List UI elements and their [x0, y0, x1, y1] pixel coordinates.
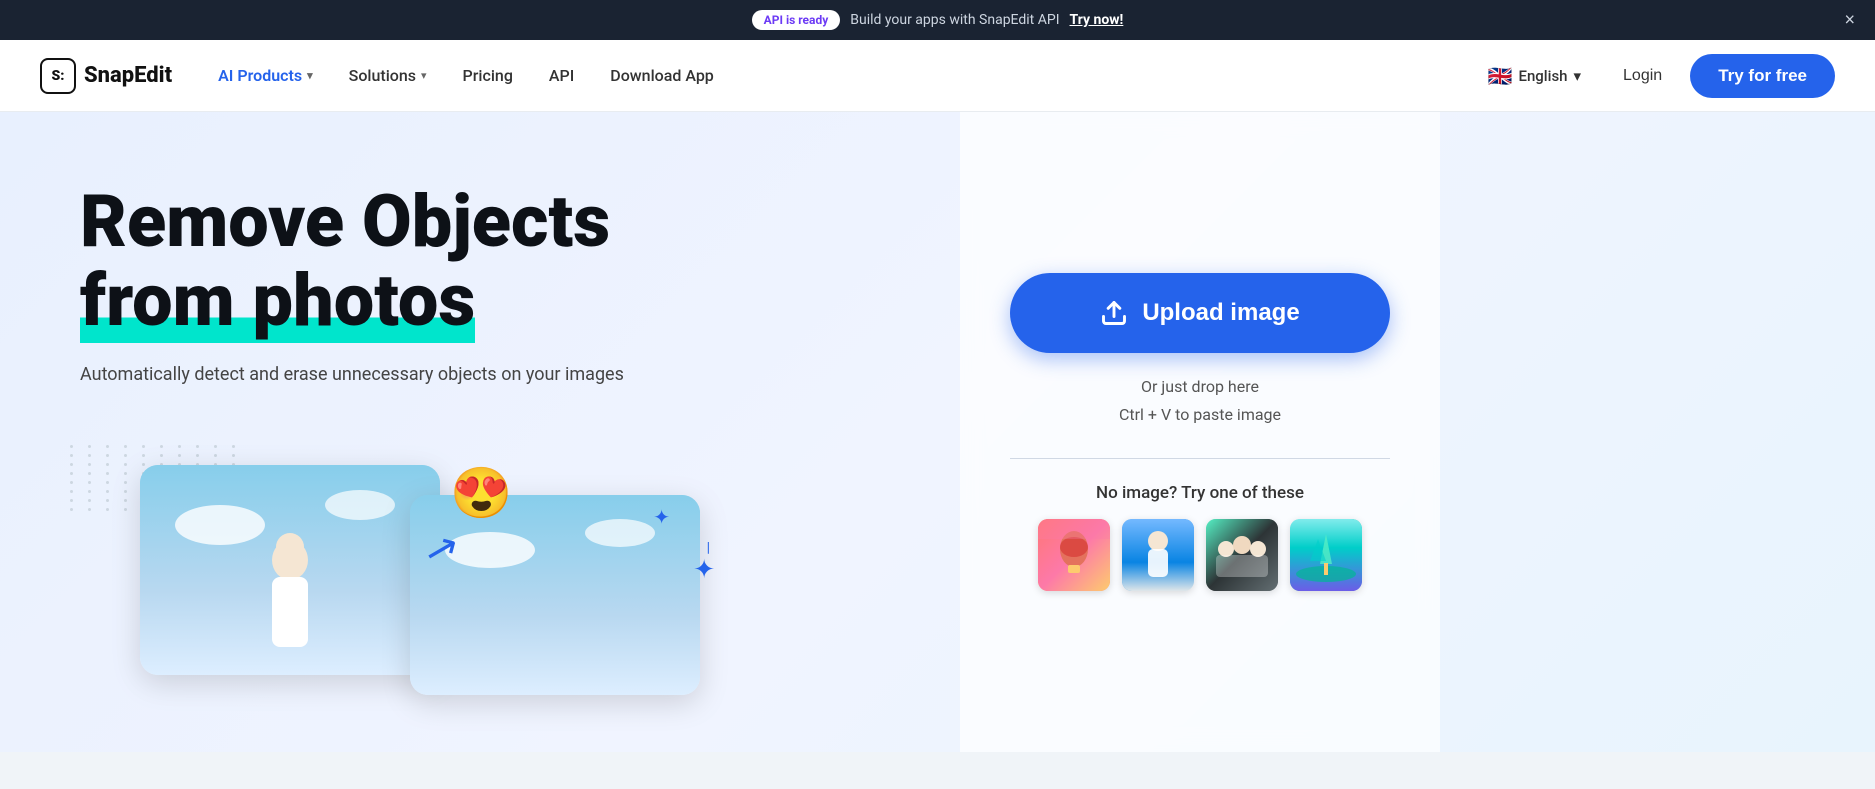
upload-icon	[1100, 299, 1128, 327]
language-label: English	[1518, 67, 1567, 85]
sparkle-icon-3: ✦	[693, 555, 715, 585]
nav-item-pricing[interactable]: Pricing	[447, 58, 529, 93]
demo-before-image	[140, 465, 440, 675]
logo-icon: S:	[40, 58, 76, 94]
logo-text: SnapEdit	[84, 63, 172, 88]
nav-label-api: API	[549, 66, 574, 85]
login-button[interactable]: Login	[1603, 59, 1682, 93]
top-banner: API is ready Build your apps with SnapEd…	[0, 0, 1875, 40]
sparkle-icon-2: |	[707, 540, 710, 556]
sample-image-4[interactable]	[1290, 519, 1362, 591]
drop-hint-line2: Ctrl + V to paste image	[1119, 401, 1281, 428]
hero-title-line2: from photos	[80, 258, 475, 343]
hero-right-panel: Upload image Or just drop here Ctrl + V …	[960, 112, 1440, 752]
navbar: S: SnapEdit AI Products ▾ Solutions ▾ Pr…	[0, 40, 1875, 112]
divider	[1010, 458, 1390, 459]
upload-button-label: Upload image	[1142, 299, 1299, 327]
banner-text: Build your apps with SnapEdit API	[850, 12, 1059, 28]
sample-image-1[interactable]	[1038, 519, 1110, 591]
nav-right: 🇬🇧 English ▾ Login Try for free	[1474, 54, 1835, 98]
hero-left: Remove Objects from photos Automatically…	[0, 112, 960, 752]
hero-title: Remove Objects from photos	[80, 182, 900, 340]
nav-label-ai-products: AI Products	[218, 66, 302, 85]
try-for-free-button[interactable]: Try for free	[1690, 54, 1835, 98]
hero-section: Remove Objects from photos Automatically…	[0, 112, 1875, 752]
flag-icon: 🇬🇧	[1488, 64, 1513, 88]
nav-items: AI Products ▾ Solutions ▾ Pricing API Do…	[202, 58, 1473, 93]
api-badge: API is ready	[752, 10, 841, 30]
nav-item-solutions[interactable]: Solutions ▾	[333, 58, 443, 93]
sparkle-icon-1: ✦	[653, 505, 670, 529]
nav-label-solutions: Solutions	[349, 66, 416, 85]
chevron-down-icon: ▾	[307, 69, 313, 82]
nav-item-api[interactable]: API	[533, 58, 590, 93]
hero-title-line1: Remove Objects	[80, 179, 610, 264]
demo-area: for(let i=0;i<80;i++) document.write('<d…	[80, 445, 720, 685]
sample-images-row	[1038, 519, 1362, 591]
nav-label-pricing: Pricing	[463, 66, 513, 85]
demo-emoji: 😍	[450, 465, 512, 523]
upload-image-button[interactable]: Upload image	[1010, 273, 1390, 353]
nav-label-download-app: Download App	[610, 66, 714, 85]
logo[interactable]: S: SnapEdit	[40, 58, 172, 94]
sample-image-3[interactable]	[1206, 519, 1278, 591]
hero-subtitle: Automatically detect and erase unnecessa…	[80, 364, 680, 385]
nav-item-download-app[interactable]: Download App	[594, 58, 730, 93]
sample-image-2[interactable]	[1122, 519, 1194, 591]
drop-hint: Or just drop here Ctrl + V to paste imag…	[1119, 373, 1281, 427]
banner-close-button[interactable]: ×	[1844, 10, 1855, 31]
language-selector[interactable]: 🇬🇧 English ▾	[1474, 56, 1595, 96]
before-image-svg	[140, 465, 440, 675]
chevron-down-icon: ▾	[1574, 67, 1582, 85]
drop-hint-line1: Or just drop here	[1119, 373, 1281, 400]
sample-images-label: No image? Try one of these	[1096, 483, 1304, 503]
chevron-down-icon: ▾	[421, 69, 427, 82]
nav-item-ai-products[interactable]: AI Products ▾	[202, 58, 329, 93]
banner-link[interactable]: Try now!	[1070, 12, 1124, 28]
